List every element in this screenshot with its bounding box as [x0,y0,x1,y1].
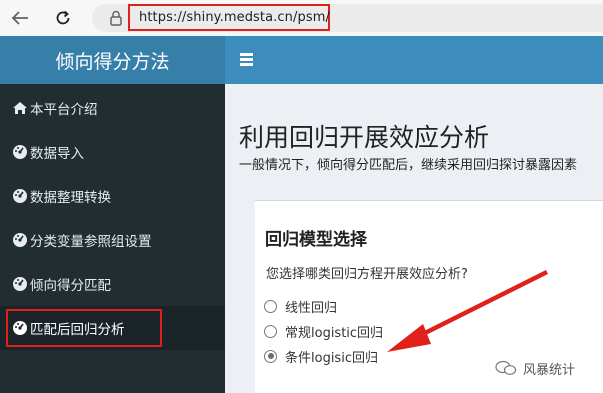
header-bar [225,36,603,84]
sidebar-item-reference-group[interactable]: 分类变量参照组设置 [0,218,225,262]
dashboard-icon [13,145,27,159]
radio-linear[interactable] [264,299,277,313]
sidebar-item-data-import[interactable]: 数据导入 [0,130,225,174]
active-item-highlight-box [6,309,162,347]
option-label: 线性回归 [285,300,338,316]
box-title: 回归模型选择 [265,230,367,250]
sidebar-item-label: 倾向得分匹配 [30,278,111,294]
annotation-arrow-icon [387,270,549,352]
sidebar-title[interactable]: 倾向得分方法 [0,36,225,84]
sidebar-item-data-transform[interactable]: 数据整理转换 [0,174,225,218]
option-label: 常规logistic回归 [285,325,384,341]
lock-icon[interactable] [108,9,124,27]
radio-logistic[interactable] [264,324,277,338]
dashboard-icon [13,277,27,291]
sidebar-item-label: 本平台介绍 [30,102,98,118]
home-icon [13,102,27,114]
option-linear-regression[interactable]: 线性回归 [264,296,337,316]
option-conditional-logistic[interactable]: 条件logisic回归 [264,346,378,366]
back-button[interactable] [8,6,32,30]
app-title: 倾向得分方法 [55,50,170,73]
sidebar-item-label: 数据导入 [30,146,84,162]
menu-toggle-icon[interactable] [240,53,253,66]
browser-toolbar: https://shiny.medsta.cn/psm/ [0,0,603,36]
url-text[interactable]: https://shiny.medsta.cn/psm/ [139,10,330,25]
watermark: 风暴统计 [495,358,575,378]
sidebar-item-intro[interactable]: 本平台介绍 [0,86,225,130]
dashboard-icon [13,233,27,247]
sidebar-item-label: 数据整理转换 [30,190,111,206]
reload-button[interactable] [51,6,75,30]
watermark-text: 风暴统计 [523,362,576,378]
dashboard-icon [13,189,27,203]
sidebar-item-psm[interactable]: 倾向得分匹配 [0,262,225,306]
page-title: 利用回归开展效应分析 [239,123,490,152]
sidebar-item-label: 分类变量参照组设置 [30,234,152,250]
back-arrow-icon [11,11,28,25]
radio-conditional-logistic[interactable] [264,349,277,363]
wechat-icon [495,360,517,375]
reload-icon [56,10,70,25]
page-description: 一般情况下，倾向得分匹配后，继续采用回归探讨暴露因素 [239,158,578,173]
option-logistic-regression[interactable]: 常规logistic回归 [264,321,383,341]
option-label: 条件logisic回归 [285,350,378,366]
